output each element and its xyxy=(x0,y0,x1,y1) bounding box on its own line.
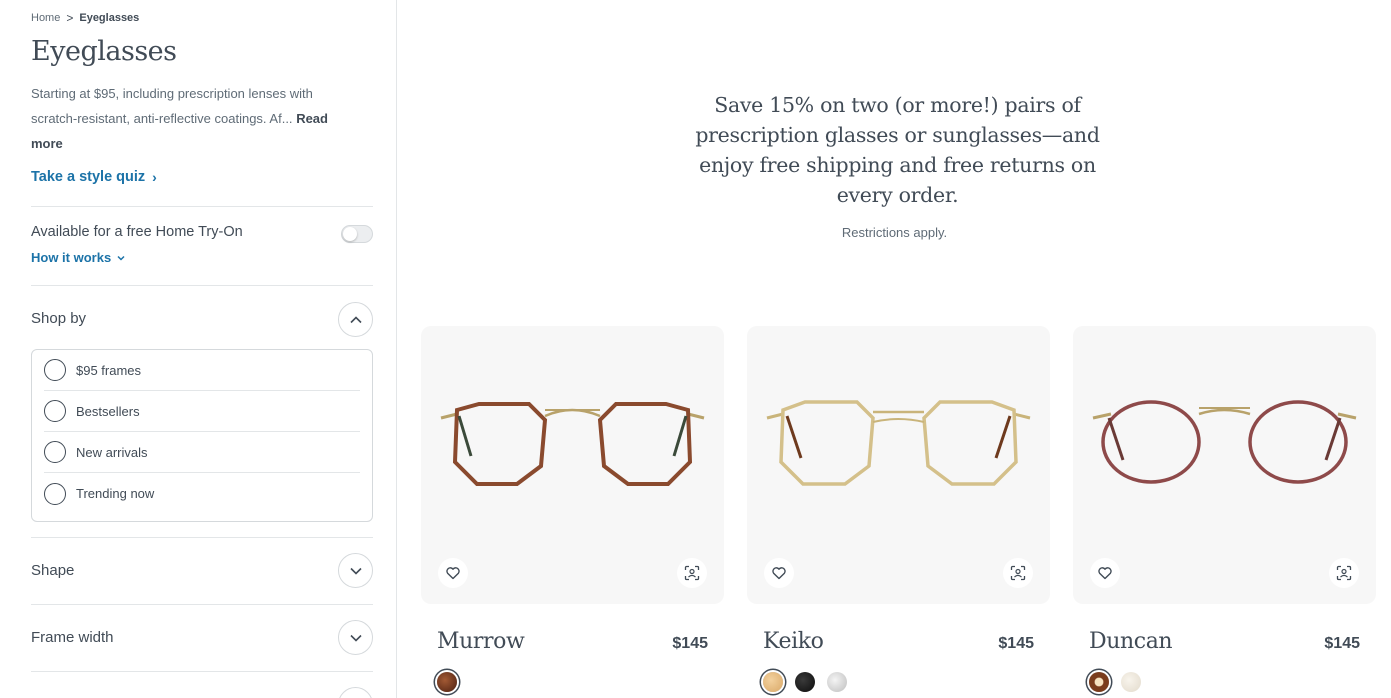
chevron-up-icon xyxy=(349,315,362,323)
radio-button[interactable] xyxy=(44,359,66,381)
product-name[interactable]: Duncan xyxy=(1089,629,1173,654)
promo-restrictions: Restrictions apply. xyxy=(841,225,948,240)
heart-icon xyxy=(772,567,786,580)
filter-sidebar: Home > Eyeglasses Eyeglasses Starting at… xyxy=(0,0,397,698)
divider xyxy=(31,206,373,207)
color-swatches xyxy=(1089,672,1153,692)
virtual-try-on-button[interactable] xyxy=(1003,558,1033,588)
frame-width-expand-button[interactable] xyxy=(338,620,373,655)
product-image[interactable] xyxy=(747,326,1050,604)
shop-option-label: Bestsellers xyxy=(76,403,140,419)
product-card[interactable]: Murrow $145 xyxy=(421,326,724,692)
promo-banner-text: Save 15% on two (or more!) pairs of pres… xyxy=(695,93,1100,207)
product-name[interactable]: Murrow xyxy=(437,629,525,654)
color-swatch[interactable] xyxy=(763,672,783,692)
style-quiz-link[interactable]: Take a style quiz › xyxy=(31,169,157,185)
product-image[interactable] xyxy=(421,326,724,604)
shop-by-collapse-button[interactable] xyxy=(338,302,373,337)
favorite-button[interactable] xyxy=(1090,558,1120,588)
divider xyxy=(31,537,373,538)
style-quiz-label: Take a style quiz xyxy=(31,169,146,185)
shop-option-trending-now[interactable]: Trending now xyxy=(44,473,360,514)
color-swatch[interactable] xyxy=(437,672,457,692)
eyeglasses-image xyxy=(440,402,705,486)
color-swatch[interactable] xyxy=(1121,672,1141,692)
color-swatches xyxy=(437,672,469,692)
shop-option-bestsellers[interactable]: Bestsellers xyxy=(44,391,360,432)
product-name[interactable]: Keiko xyxy=(763,629,824,654)
eyeglasses-image xyxy=(766,400,1031,486)
heart-icon xyxy=(446,567,460,580)
color-swatch[interactable] xyxy=(1089,672,1109,692)
radio-button[interactable] xyxy=(44,482,66,505)
chevron-right-icon: › xyxy=(152,169,157,185)
shop-by-options: $95 frames Bestsellers New arrivals Tren… xyxy=(31,349,373,522)
favorite-button[interactable] xyxy=(438,558,468,588)
next-filter-expand-button[interactable] xyxy=(338,687,373,698)
breadcrumb: Home > Eyeglasses xyxy=(31,11,139,25)
shop-option-label: $95 frames xyxy=(76,362,142,378)
divider xyxy=(31,671,373,672)
page-title: Eyeglasses xyxy=(31,36,177,67)
toggle-knob xyxy=(343,227,357,241)
chevron-down-icon xyxy=(349,634,362,642)
chevron-down-icon xyxy=(117,255,125,261)
product-price: $145 xyxy=(1324,635,1360,652)
face-scan-icon xyxy=(1010,565,1026,581)
home-try-on-toggle[interactable] xyxy=(341,225,373,243)
color-swatch[interactable] xyxy=(795,672,815,692)
shop-option-label: Trending now xyxy=(76,486,155,501)
divider xyxy=(31,285,373,286)
eyeglasses-image xyxy=(1092,400,1357,484)
shop-by-label: Shop by xyxy=(31,310,87,327)
product-price: $145 xyxy=(998,635,1034,652)
radio-button[interactable] xyxy=(44,400,66,422)
face-scan-icon xyxy=(684,565,700,581)
how-it-works-label: How it works xyxy=(31,250,112,265)
shop-option-95-frames[interactable]: $95 frames xyxy=(44,350,360,391)
virtual-try-on-button[interactable] xyxy=(1329,558,1359,588)
favorite-button[interactable] xyxy=(764,558,794,588)
frame-width-filter-label: Frame width xyxy=(31,629,114,646)
color-swatch[interactable] xyxy=(827,672,847,692)
shape-filter-label: Shape xyxy=(31,562,75,579)
product-price: $145 xyxy=(672,635,708,652)
how-it-works-link[interactable]: How it works xyxy=(31,250,126,265)
intro-body: Starting at $95, including prescription … xyxy=(31,86,313,126)
breadcrumb-home[interactable]: Home xyxy=(31,12,60,24)
breadcrumb-current: Eyeglasses xyxy=(79,12,140,24)
shop-option-new-arrivals[interactable]: New arrivals xyxy=(44,432,360,473)
virtual-try-on-button[interactable] xyxy=(677,558,707,588)
face-scan-icon xyxy=(1336,565,1352,581)
product-image[interactable] xyxy=(1073,326,1376,604)
divider xyxy=(31,604,373,605)
home-try-on-label: Available for a free Home Try-On xyxy=(31,224,243,240)
shop-option-label: New arrivals xyxy=(76,444,148,460)
chevron-down-icon xyxy=(349,567,362,575)
intro-text: Starting at $95, including prescription … xyxy=(31,81,351,156)
product-card[interactable]: Duncan $145 xyxy=(1073,326,1376,692)
color-swatches xyxy=(763,672,859,692)
shape-expand-button[interactable] xyxy=(338,553,373,588)
breadcrumb-separator-icon: > xyxy=(66,11,74,25)
radio-button[interactable] xyxy=(44,441,66,463)
heart-icon xyxy=(1098,567,1112,580)
product-card[interactable]: Keiko $145 xyxy=(747,326,1050,692)
